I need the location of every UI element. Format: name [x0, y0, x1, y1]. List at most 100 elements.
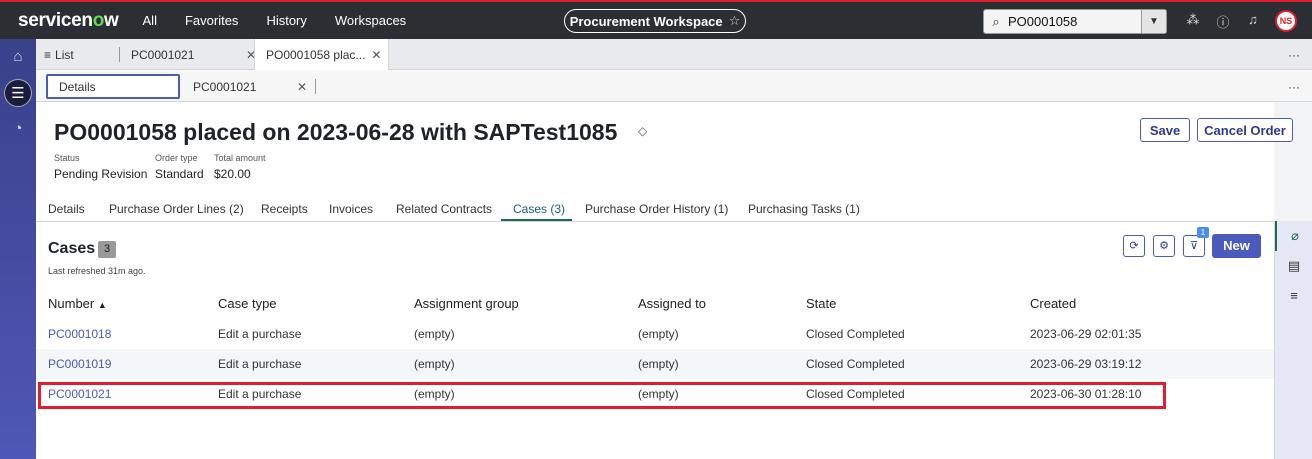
case-number-link[interactable]: PC0001018 [48, 327, 111, 341]
star-icon[interactable]: ☆ [729, 13, 741, 29]
global-search[interactable]: ⌕ ▼ [983, 9, 1167, 34]
active-tab-underline [501, 219, 572, 221]
tab-label: PC0001021 [131, 47, 195, 62]
logo-text-left: servicen [18, 9, 93, 31]
workspace-pill[interactable]: Procurement Workspace ☆ [564, 9, 746, 33]
section-tab-details[interactable]: Details [48, 202, 85, 216]
tab-label: PC0001021 [193, 79, 257, 94]
nav-history[interactable]: History [266, 13, 306, 28]
section-tab-receipts[interactable]: Receipts [261, 202, 308, 216]
secondary-tabs: Details PC0001021 ✕ ··· [36, 70, 1312, 102]
filter-icon[interactable]: ⊽ [1183, 235, 1205, 257]
help-icon[interactable]: ⓘ [1208, 12, 1238, 31]
tab-pc0001021[interactable]: PC0001021 ✕ [131, 39, 256, 70]
record-main: PO0001058 placed on 2023-06-28 with SAPT… [36, 102, 1293, 459]
state-cell: Closed Completed [806, 327, 905, 341]
created-cell: 2023-06-30 01:28:10 [1030, 387, 1142, 401]
tab-case-pc0001021[interactable]: PC0001021 ✕ [193, 74, 307, 99]
column-header-assigned-to[interactable]: Assigned to [638, 296, 706, 311]
home-icon[interactable]: ⌂ [0, 39, 36, 75]
list-icon: ≡ [44, 47, 52, 62]
refresh-icon[interactable]: ⟳ [1123, 235, 1145, 257]
cases-title: Cases [48, 240, 96, 257]
close-icon[interactable]: ✕ [297, 80, 307, 94]
primary-tabs: ≡ List PC0001021 ✕ PO0001058 plac... ✕ ·… [36, 39, 1312, 70]
section-tab-related-contracts[interactable]: Related Contracts [396, 202, 492, 216]
section-tab-purchasing-tasks[interactable]: Purchasing Tasks (1) [748, 202, 860, 216]
gear-icon[interactable]: ⚙ [1153, 235, 1175, 257]
column-header-case-type[interactable]: Case type [218, 296, 277, 311]
case-number-link[interactable]: PC0001021 [48, 387, 111, 401]
tab-details[interactable]: Details [46, 74, 180, 99]
logo-text-right: w [104, 9, 119, 31]
assigned-to-cell: (empty) [638, 357, 679, 371]
chevron-down-icon[interactable]: ▼ [1141, 10, 1166, 33]
top-nav: All Favorites History Workspaces [143, 13, 435, 28]
section-tabs: Details Purchase Order Lines (2) Receipt… [36, 198, 1274, 222]
column-header-label: Number [48, 296, 95, 311]
more-icon[interactable]: ··· [1288, 39, 1300, 70]
document-icon[interactable]: ▤ [1275, 251, 1312, 281]
nav-workspaces[interactable]: Workspaces [335, 13, 406, 28]
table-row[interactable]: PC0001021 Edit a purchase (empty) (empty… [36, 379, 1274, 409]
meta-value: Standard [155, 167, 204, 181]
list-icon[interactable]: ☰ [4, 79, 32, 107]
tab-label: List [55, 47, 74, 62]
save-button[interactable]: Save [1140, 118, 1190, 142]
search-input[interactable] [1008, 14, 1138, 29]
tab-list[interactable]: ≡ List [44, 39, 74, 70]
more-icon[interactable]: ··· [1288, 74, 1300, 99]
case-number-link[interactable]: PC0001019 [48, 357, 111, 371]
section-tab-po-history[interactable]: Purchase Order History (1) [585, 202, 728, 216]
assignment-group-cell: (empty) [414, 327, 455, 341]
workspace-name: Procurement Workspace [569, 13, 723, 29]
case-type-cell: Edit a purchase [218, 327, 302, 341]
section-tab-po-lines[interactable]: Purchase Order Lines (2) [109, 202, 244, 216]
new-case-button[interactable]: New [1212, 234, 1261, 258]
menu-icon[interactable]: ≡ [1275, 281, 1312, 311]
column-header-assignment-group[interactable]: Assignment group [414, 296, 519, 311]
last-refreshed: Last refreshed 31m ago. [48, 266, 146, 276]
section-tab-invoices[interactable]: Invoices [329, 202, 373, 216]
servicenow-logo[interactable]: servicenow [18, 10, 119, 32]
assigned-to-cell: (empty) [638, 327, 679, 341]
table-row[interactable]: PC0001019 Edit a purchase (empty) (empty… [36, 349, 1274, 379]
logo-text-o: o [92, 9, 105, 31]
tab-label: Details [59, 79, 96, 94]
chat-icon[interactable]: ⁂ [1178, 12, 1208, 31]
column-header-created[interactable]: Created [1030, 296, 1076, 311]
tab-divider [315, 79, 316, 94]
section-tab-cases[interactable]: Cases (3) [513, 202, 565, 216]
attachment-icon[interactable]: ⌀ [1275, 221, 1312, 251]
nav-favorites[interactable]: Favorites [185, 13, 238, 28]
cancel-order-button[interactable]: Cancel Order [1197, 118, 1293, 142]
page-title: PO0001058 placed on 2023-06-28 with SAPT… [54, 119, 618, 145]
cases-count-badge: 3 [98, 241, 116, 258]
assignment-group-cell: (empty) [414, 387, 455, 401]
top-bar: servicenow All Favorites History Workspa… [0, 0, 1312, 39]
avatar[interactable]: NS [1275, 10, 1297, 32]
close-icon[interactable]: ✕ [371, 48, 381, 62]
column-header-state[interactable]: State [806, 296, 836, 311]
meta-value: $20.00 [214, 167, 251, 181]
meta-status: Status Pending Revision [54, 153, 147, 181]
created-cell: 2023-06-29 02:01:35 [1030, 327, 1142, 341]
meta-value: Pending Revision [54, 167, 148, 181]
left-nav: ⌂ ☰ ◔ [0, 39, 36, 459]
tab-label: PO0001058 plac... [266, 47, 366, 62]
meta-label: Total amount [214, 153, 266, 163]
column-header-number[interactable]: Number ▲ [48, 296, 107, 311]
meta-total-amount: Total amount $20.00 [214, 153, 266, 181]
dashboard-icon[interactable]: ◔ [0, 111, 36, 147]
tag-icon[interactable]: ◇ [638, 124, 647, 138]
state-cell: Closed Completed [806, 387, 905, 401]
state-cell: Closed Completed [806, 357, 905, 371]
nav-all[interactable]: All [143, 13, 157, 28]
bell-icon[interactable]: ♫ [1238, 12, 1268, 31]
case-type-cell: Edit a purchase [218, 387, 302, 401]
case-type-cell: Edit a purchase [218, 357, 302, 371]
table-row[interactable]: PC0001018 Edit a purchase (empty) (empty… [36, 319, 1274, 349]
assigned-to-cell: (empty) [638, 387, 679, 401]
meta-label: Status [54, 153, 80, 163]
tab-po0001058[interactable]: PO0001058 plac... ✕ [254, 39, 389, 70]
